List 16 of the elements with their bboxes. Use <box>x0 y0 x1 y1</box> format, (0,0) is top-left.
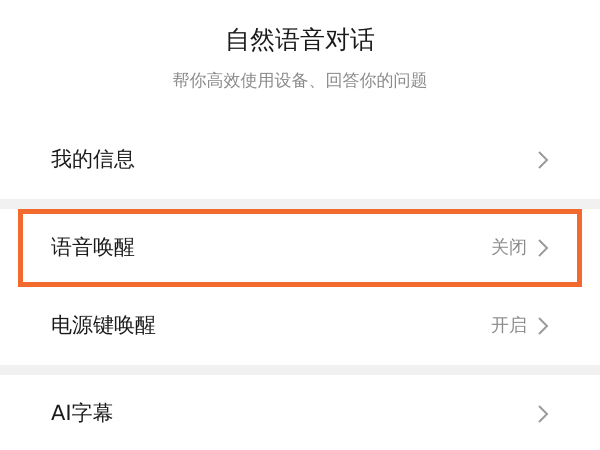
settings-row[interactable]: 语音唤醒 关闭 <box>18 208 582 287</box>
chevron-right-icon <box>537 404 549 424</box>
row-label: 我的信息 <box>51 146 135 173</box>
page-subtitle: 帮你高效使用设备、回答你的问题 <box>172 70 428 94</box>
row-value: 开启 <box>491 314 527 338</box>
row-label: 语音唤醒 <box>51 234 135 261</box>
row-label: 电源键唤醒 <box>51 312 156 339</box>
chevron-right-icon <box>537 238 549 258</box>
settings-row[interactable]: 我的信息 <box>18 120 582 199</box>
chevron-right-icon <box>537 150 549 170</box>
settings-row[interactable]: 电源键唤醒 开启 <box>18 286 582 365</box>
row-label: AI字幕 <box>51 400 114 427</box>
row-value: 关闭 <box>491 236 527 260</box>
settings-row[interactable]: AI字幕 <box>18 374 582 450</box>
chevron-right-icon <box>537 316 549 336</box>
page-title: 自然语音对话 <box>225 24 375 56</box>
